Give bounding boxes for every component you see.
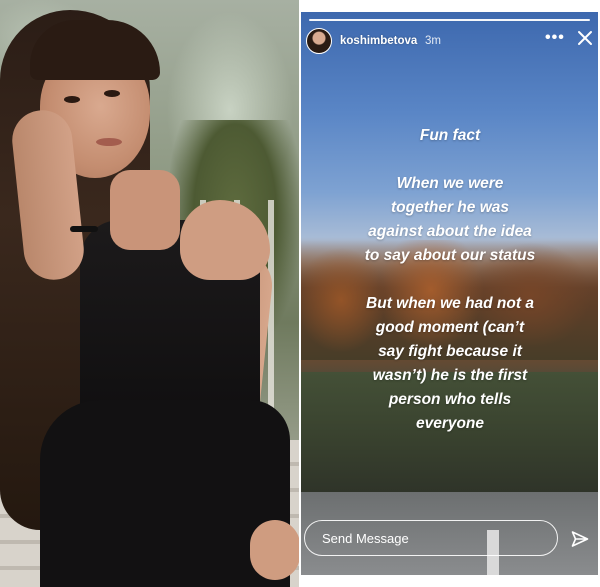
send-message-input[interactable]: Send Message [304,520,558,556]
neck [110,170,180,250]
story-caption: Fun fact When we were together he was ag… [315,124,585,436]
caption-line: to say about our status [364,247,536,264]
story-timestamp: 3m [425,35,441,47]
caption-line: everyone [415,415,485,432]
paper-plane-icon[interactable] [571,530,589,548]
avatar[interactable] [306,28,332,54]
bracelet [70,226,98,232]
story-header: koshimbetova 3m ••• [301,28,598,56]
portrait-photo [0,0,299,587]
caption-line: person who tells [388,391,512,408]
caption-line: wasn’t) he is the first [372,367,528,384]
story-username[interactable]: koshimbetova [340,35,417,47]
hand [250,520,299,580]
story-progress-bar [309,19,590,21]
lips [96,138,122,146]
more-horizontal-icon[interactable]: ••• [545,29,565,47]
caption-line: together he was [391,199,509,216]
caption-line: But when we had not a [366,295,534,312]
left-eye [64,96,80,103]
send-message-placeholder: Send Message [322,531,409,546]
caption-line: When we were [396,175,504,192]
caption-line: Fun fact [419,127,481,144]
right-eye [104,90,120,97]
caption-line: against about the idea [368,223,532,240]
close-icon[interactable] [577,30,593,46]
caption-line: good moment (can’t [375,319,525,336]
bangs [30,20,160,80]
story-viewer[interactable]: koshimbetova 3m ••• Fun fact When we wer… [301,12,598,575]
caption-line: say fight because it [378,343,522,360]
